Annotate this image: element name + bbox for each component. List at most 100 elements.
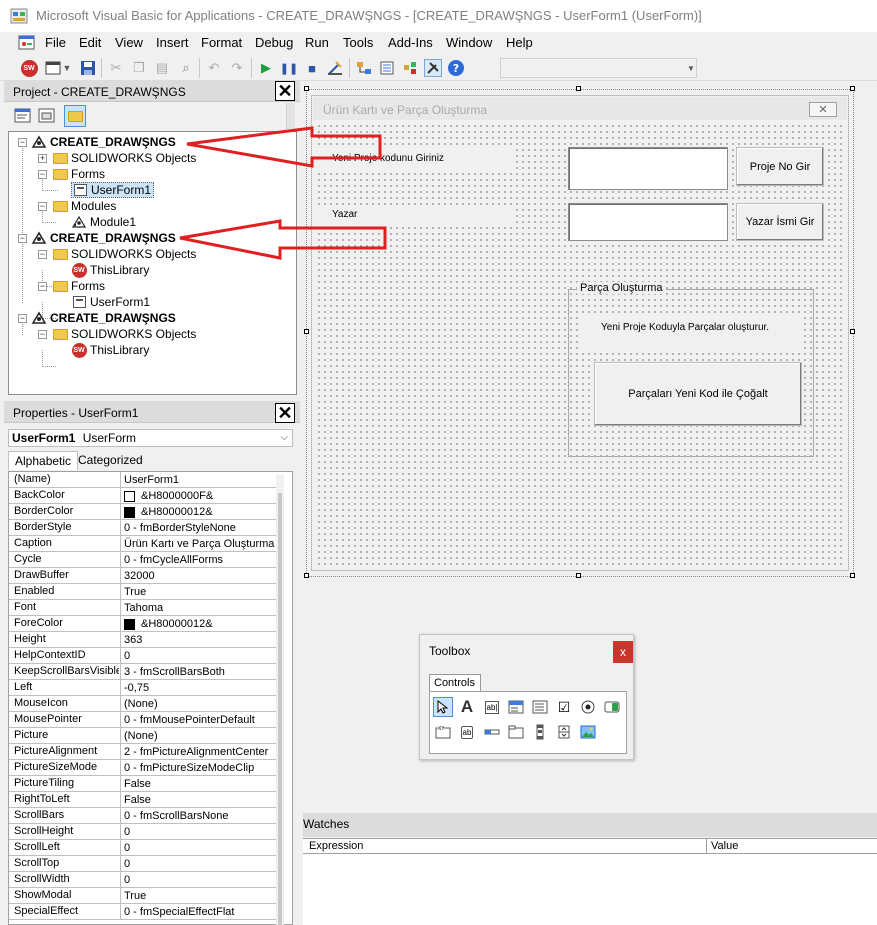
project-toolbar-overflow[interactable]	[286, 103, 295, 129]
view-code-icon[interactable]	[14, 108, 32, 124]
collapse-toggle[interactable]: −	[18, 234, 27, 243]
property-row[interactable]: Height 363	[9, 632, 283, 648]
property-row[interactable]: ForeColor &H80000012&	[9, 616, 283, 632]
toolbar-options-arrow-icon[interactable]: ▼	[686, 59, 696, 77]
resize-handle[interactable]	[304, 86, 309, 91]
collapse-toggle[interactable]: −	[38, 330, 47, 339]
tree-item-userform1-selected[interactable]: UserForm1	[71, 182, 155, 198]
property-row[interactable]: Caption Ürün Kartı ve Parça Oluşturma	[9, 536, 283, 552]
property-row[interactable]: SpecialEffect 0 - fmSpecialEffectFlat	[9, 904, 283, 920]
select-pointer-icon[interactable]	[433, 697, 453, 717]
property-row[interactable]: Font Tahoma	[9, 600, 283, 616]
property-row[interactable]: Left -0,75	[9, 680, 283, 696]
property-value[interactable]: 0 - fmCycleAllForms	[120, 552, 283, 567]
menu-window[interactable]: Window	[446, 35, 492, 50]
collapse-toggle[interactable]: −	[18, 314, 27, 323]
spinbutton-tool-icon[interactable]	[554, 722, 574, 742]
tab-controls[interactable]: Controls	[429, 674, 481, 691]
property-value[interactable]: &H8000000F&	[120, 488, 283, 503]
insert-dropdown-arrow-icon[interactable]: ▼	[62, 59, 72, 77]
expand-toggle[interactable]: +	[38, 154, 47, 163]
tree-item-forms[interactable]: Forms	[52, 278, 105, 294]
chevron-down-icon[interactable]: ⌵	[280, 432, 288, 443]
property-value[interactable]: 0 - fmSpecialEffectFlat	[120, 904, 283, 919]
property-value[interactable]: False	[120, 792, 283, 807]
column-expression[interactable]: Expression	[309, 840, 363, 852]
tree-item-project-1[interactable]: CREATE_DRAWŞNGS	[31, 134, 176, 150]
property-value[interactable]: 0	[120, 856, 283, 871]
tree-item-project-3[interactable]: CREATE_DRAWŞNGS	[31, 310, 176, 326]
property-row[interactable]: (Name) UserForm1	[9, 472, 283, 488]
property-row[interactable]: PictureAlignment 2 - fmPictureAlignmentCe…	[9, 744, 283, 760]
tab-categorized[interactable]: Categorized	[72, 451, 149, 470]
copy-icon[interactable]: ❐	[130, 59, 148, 77]
object-browser-icon[interactable]	[401, 59, 419, 77]
properties-close-icon[interactable]: ✕	[275, 403, 295, 423]
button-author-name[interactable]: Yazar İsmi Gir	[736, 203, 824, 241]
reset-icon[interactable]: ■	[303, 59, 321, 77]
option-button-tool-icon[interactable]	[578, 697, 598, 717]
label-tool-icon[interactable]: A	[457, 697, 477, 717]
property-value[interactable]: 0	[120, 648, 283, 663]
property-value[interactable]: UserForm1	[120, 472, 283, 487]
menu-insert[interactable]: Insert	[156, 35, 189, 50]
property-row[interactable]: ShowModal True	[9, 888, 283, 904]
menu-tools[interactable]: Tools	[343, 35, 373, 50]
toolbox-close-icon[interactable]: x	[613, 641, 633, 663]
menu-format[interactable]: Format	[201, 35, 242, 50]
userform-client-area[interactable]: Yeni Proje kodunu Giriniz Yazar Proje No…	[316, 123, 846, 568]
resize-handle[interactable]	[304, 329, 309, 334]
property-value[interactable]: -0,75	[120, 680, 283, 695]
tab-alphabetic[interactable]: Alphabetic	[8, 451, 79, 470]
property-row[interactable]: KeepScrollBarsVisible 3 - fmScrollBarsBot…	[9, 664, 283, 680]
property-row[interactable]: RightToLeft False	[9, 792, 283, 808]
position-combo[interactable]	[500, 58, 697, 78]
redo-icon[interactable]: ↷	[228, 59, 246, 77]
property-value[interactable]: Tahoma	[120, 600, 283, 615]
tree-item-project-2[interactable]: CREATE_DRAWŞNGS	[31, 230, 176, 246]
property-row[interactable]: Cycle 0 - fmCycleAllForms	[9, 552, 283, 568]
menu-help[interactable]: Help	[506, 35, 533, 50]
menu-run[interactable]: Run	[305, 35, 329, 50]
property-value[interactable]: 0 - fmScrollBarsNone	[120, 808, 283, 823]
property-value[interactable]: 2 - fmPictureAlignmentCenter	[120, 744, 283, 759]
property-value[interactable]: &H80000012&	[120, 616, 283, 631]
image-tool-icon[interactable]	[578, 722, 598, 742]
cut-icon[interactable]: ✂	[107, 59, 125, 77]
resize-handle[interactable]	[850, 573, 855, 578]
tabstrip-tool-icon[interactable]	[482, 722, 502, 742]
tree-item-userform1[interactable]: UserForm1	[71, 294, 150, 310]
menu-file[interactable]: File	[45, 35, 66, 50]
resize-handle[interactable]	[850, 86, 855, 91]
resize-handle[interactable]	[304, 573, 309, 578]
property-value[interactable]: (None)	[120, 728, 283, 743]
property-value[interactable]: 0 - fmMousePointerDefault	[120, 712, 283, 727]
listbox-tool-icon[interactable]	[530, 697, 550, 717]
menu-edit[interactable]: Edit	[79, 35, 101, 50]
paste-icon[interactable]: ▤	[153, 59, 171, 77]
property-row[interactable]: PictureSizeMode 0 - fmPictureSizeModeClip	[9, 760, 283, 776]
property-value[interactable]: True	[120, 888, 283, 903]
property-value[interactable]: 32000	[120, 568, 283, 583]
code-window-icon[interactable]	[18, 35, 36, 51]
resize-handle[interactable]	[576, 573, 581, 578]
property-row[interactable]: DrawBuffer 32000	[9, 568, 283, 584]
property-row[interactable]: ScrollTop 0	[9, 856, 283, 872]
collapse-toggle[interactable]: −	[38, 250, 47, 259]
properties-window-icon[interactable]	[378, 59, 396, 77]
design-mode-icon[interactable]	[326, 59, 344, 77]
watches-list[interactable]	[303, 854, 877, 925]
button-project-no[interactable]: Proje No Gir	[736, 147, 824, 186]
tree-item-solidworks-objects[interactable]: SOLIDWORKS Objects	[52, 326, 196, 342]
property-value[interactable]: 0	[120, 840, 283, 855]
resize-handle[interactable]	[850, 329, 855, 334]
property-row[interactable]: BorderStyle 0 - fmBorderStyleNone	[9, 520, 283, 536]
property-row[interactable]: ScrollLeft 0	[9, 840, 283, 856]
resize-handle[interactable]	[576, 86, 581, 91]
property-value[interactable]: 0	[120, 872, 283, 887]
combobox-tool-icon[interactable]	[506, 697, 526, 717]
label-project-code[interactable]: Yeni Proje kodunu Giriniz	[316, 149, 515, 171]
property-value[interactable]: &H80000012&	[120, 504, 283, 519]
textbox-project-code[interactable]	[568, 147, 728, 190]
scrollbar-tool-icon[interactable]	[530, 722, 550, 742]
